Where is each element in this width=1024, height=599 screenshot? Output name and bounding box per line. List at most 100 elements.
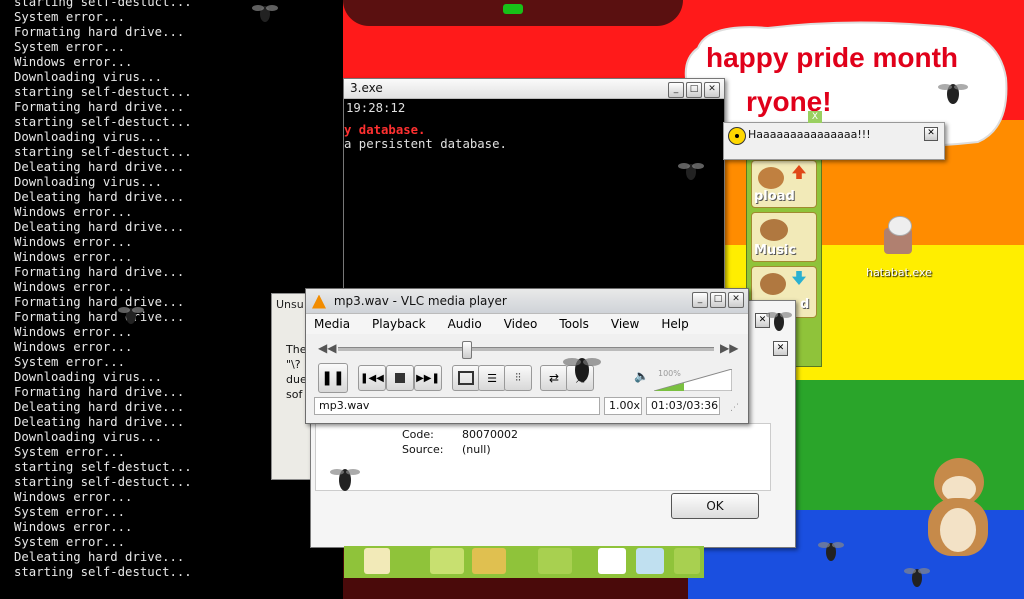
radiation-icon	[728, 127, 746, 145]
cmd-line: 19:28:12	[346, 101, 406, 115]
maximize-button[interactable]: □	[710, 292, 726, 308]
menu-item-playback[interactable]: Playback	[372, 314, 426, 334]
menu-item-audio[interactable]: Audio	[448, 314, 482, 334]
close-button[interactable]: ✕	[728, 292, 744, 308]
console-line: Windows error...	[14, 250, 133, 264]
bottom-toolbar	[344, 546, 704, 578]
stop-button[interactable]	[386, 365, 414, 391]
add-image-icon[interactable]	[430, 548, 464, 574]
console-line: System error...	[14, 40, 126, 54]
minimize-button[interactable]: _	[668, 82, 684, 98]
seek-forward-icon[interactable]: ▶▶	[720, 341, 738, 355]
menu-item-view[interactable]: View	[611, 314, 639, 334]
pause-button[interactable]: ❚❚	[318, 363, 348, 393]
menu-item-media[interactable]: Media	[314, 314, 350, 334]
download-label: d	[800, 297, 810, 312]
ok-button[interactable]: OK	[671, 493, 759, 519]
volume-slider[interactable]	[653, 368, 733, 392]
add-page-icon[interactable]	[598, 548, 626, 574]
console-line: starting self-destuct...	[14, 0, 192, 9]
bubble-line-1: happy pride month	[706, 42, 958, 73]
source-value: (null)	[462, 443, 491, 456]
playback-speed[interactable]: 1.00x	[604, 397, 642, 415]
hamster-icon	[758, 167, 784, 189]
menu-item-help[interactable]: Help	[661, 314, 688, 334]
fly-icon	[118, 307, 144, 324]
upload-arrow-icon	[792, 165, 806, 179]
source-label: Source:	[402, 443, 444, 456]
toolbar-tile[interactable]	[538, 548, 572, 574]
console-line: Downloading virus...	[14, 175, 163, 189]
fly-icon	[563, 358, 601, 382]
add-folder-icon[interactable]	[472, 548, 506, 574]
seek-back-icon[interactable]: ◀◀	[318, 341, 336, 355]
dialog-title: Unsu	[276, 298, 304, 311]
music-tile[interactable]: Music	[751, 212, 817, 262]
cmd-title: 3.exe	[350, 81, 383, 95]
vlc-title: mp3.wav - VLC media player	[333, 294, 507, 308]
speaker-icon[interactable]: 🔈	[634, 369, 649, 383]
download-arrow-icon	[792, 271, 806, 285]
dancing-hamster	[928, 458, 994, 558]
hamster-icon	[760, 273, 786, 295]
seek-track[interactable]	[338, 341, 714, 359]
program-icon	[880, 216, 916, 256]
message-line: The	[286, 343, 307, 356]
extended-settings-button[interactable]: ⫶⫶	[504, 365, 532, 391]
fly-icon	[766, 312, 792, 331]
console-line: Deleating hard drive...	[14, 160, 185, 174]
vlc-menu-bar: Media Playback Audio Video Tools View Help	[306, 314, 748, 334]
upload-label: pload	[754, 189, 795, 204]
popup-window: Haaaaaaaaaaaaaaa!!! ✕ X	[723, 111, 945, 160]
vlc-title-bar: mp3.wav - VLC media player _ □ ✕	[306, 289, 748, 314]
console-line: Deleating hard drive...	[14, 220, 185, 234]
console-line: System error...	[14, 505, 126, 519]
next-button[interactable]: ▶▶❚	[414, 365, 442, 391]
hamster-headphones-icon	[760, 219, 788, 241]
minimize-button[interactable]: _	[692, 292, 708, 308]
seek-thumb[interactable]	[462, 341, 473, 359]
fly-icon	[330, 469, 360, 491]
message-line: due	[286, 373, 307, 386]
fly-icon	[678, 163, 704, 180]
desktop-icon-hatabat[interactable]: hatabat.exe	[862, 214, 936, 284]
console-line: starting self-destuct...	[14, 115, 192, 129]
upload-tile[interactable]: pload	[751, 160, 817, 208]
green-indicator	[503, 4, 523, 14]
cmd-title-bar: 3.exe _ □ ✕	[344, 79, 724, 99]
vlc-window: mp3.wav - VLC media player _ □ ✕ Media Pl…	[305, 288, 749, 424]
menu-item-tools[interactable]: Tools	[559, 314, 589, 334]
close-button[interactable]: ✕	[773, 341, 788, 356]
maximize-button[interactable]: □	[686, 82, 702, 98]
console-line: Formating hard drive...	[14, 25, 185, 39]
console-line: System error...	[14, 10, 126, 24]
disk-icon[interactable]	[636, 548, 664, 574]
console-line: Downloading virus...	[14, 130, 163, 144]
resize-grip[interactable]: ⋰	[730, 403, 739, 413]
toolbar-tile[interactable]	[364, 548, 390, 574]
code-label: Code:	[402, 428, 434, 441]
console-line: Windows error...	[14, 520, 133, 534]
cmd-window: 3.exe _ □ ✕ 19:28:12 y database. a persi…	[343, 78, 725, 290]
console-line: Deleating hard drive...	[14, 550, 185, 564]
desktop-icon-label: hatabat.exe	[866, 266, 932, 279]
previous-button[interactable]: ❚◀◀	[358, 365, 386, 391]
time-display[interactable]: 01:03/03:36	[646, 397, 720, 415]
close-button[interactable]: ✕	[924, 127, 938, 141]
message-line: "\?	[286, 358, 301, 371]
console-line: Deleating hard drive...	[14, 190, 185, 204]
cmd-line-error: y database.	[344, 123, 426, 137]
dark-top-shape	[343, 0, 683, 26]
small-close-icon[interactable]: X	[808, 111, 822, 123]
console-line: Windows error...	[14, 55, 133, 69]
menu-item-video[interactable]: Video	[504, 314, 538, 334]
fullscreen-button[interactable]	[452, 365, 480, 391]
fly-icon	[252, 5, 278, 22]
close-button[interactable]: ✕	[704, 82, 720, 98]
console-line: Downloading virus...	[14, 70, 163, 84]
download-icon[interactable]	[674, 548, 700, 574]
console-line: Windows error...	[14, 235, 133, 249]
console-line: Formating hard drive...	[14, 265, 185, 279]
console-line: starting self-destuct...	[14, 85, 192, 99]
playlist-button[interactable]: ☰	[478, 365, 506, 391]
